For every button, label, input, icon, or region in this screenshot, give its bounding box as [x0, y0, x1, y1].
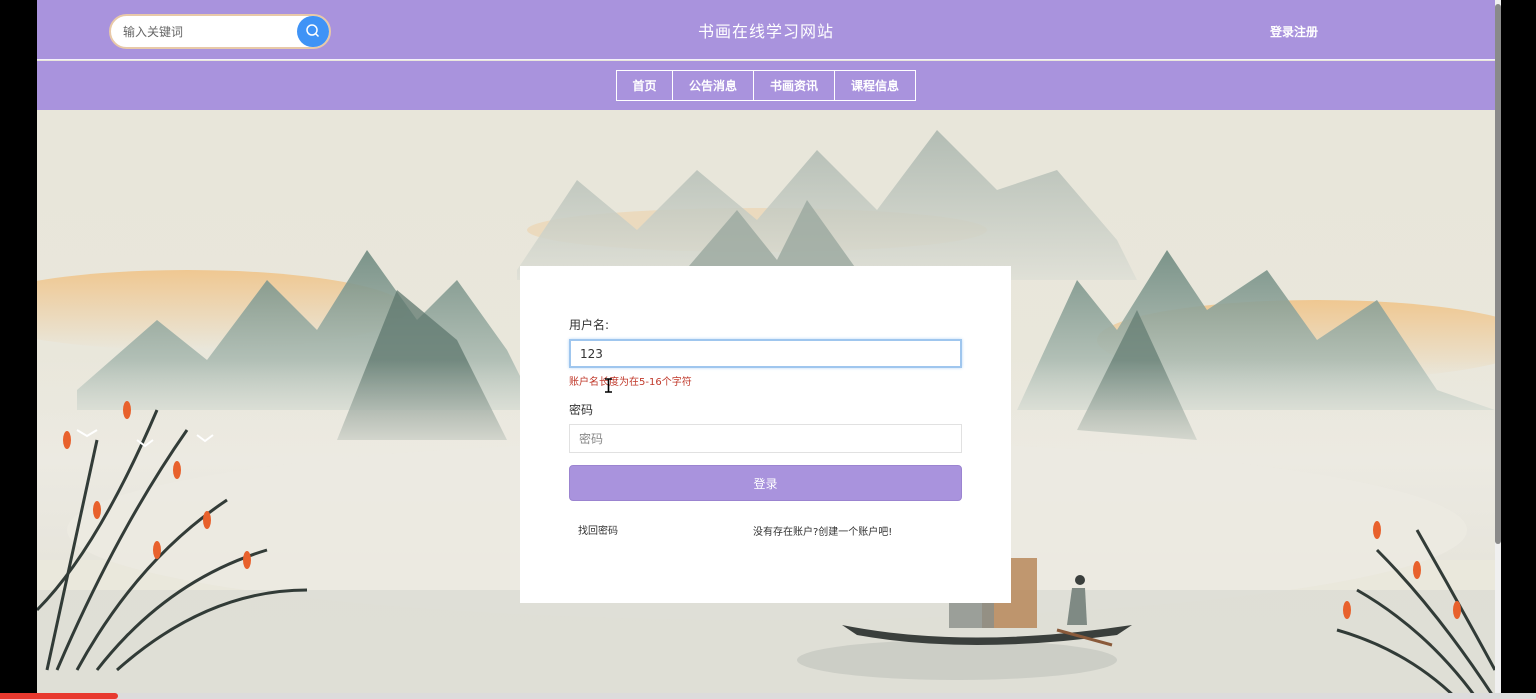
username-input[interactable] — [569, 339, 962, 368]
nav-item-courses[interactable]: 课程信息 — [834, 70, 916, 101]
page-viewport: 书画在线学习网站 登录注册 首页 公告消息 书画资讯 课程信息 用户名: 账户名… — [37, 0, 1495, 699]
username-error-message: 账户名长度为在5-16个字符 — [569, 377, 692, 388]
nav-item-announcements[interactable]: 公告消息 — [672, 70, 754, 101]
bottom-progress-indicator — [0, 693, 118, 699]
main-nav: 首页 公告消息 书画资讯 课程信息 — [37, 61, 1495, 110]
password-label: 密码 — [569, 403, 594, 417]
nav-item-home[interactable]: 首页 — [616, 70, 673, 101]
login-register-link[interactable]: 登录注册 — [1270, 23, 1318, 40]
password-input[interactable] — [569, 424, 962, 453]
forgot-password-link[interactable]: 找回密码 — [578, 522, 618, 537]
top-header: 书画在线学习网站 登录注册 — [37, 0, 1495, 60]
username-label: 用户名: — [569, 318, 610, 332]
bottom-bar — [0, 693, 1536, 699]
text-cursor-icon — [605, 378, 612, 393]
scrollbar-thumb[interactable] — [1495, 4, 1501, 544]
create-account-link[interactable]: 没有存在账户?创建一个账户吧! — [753, 523, 892, 538]
login-button[interactable]: 登录 — [569, 465, 962, 501]
nav-item-art-news[interactable]: 书画资讯 — [753, 70, 835, 101]
login-card: 用户名: 账户名长度为在5-16个字符 密码 登录 找回密码 没有存在账户?创建… — [520, 266, 1011, 603]
nav-list: 首页 公告消息 书画资讯 课程信息 — [616, 70, 916, 101]
